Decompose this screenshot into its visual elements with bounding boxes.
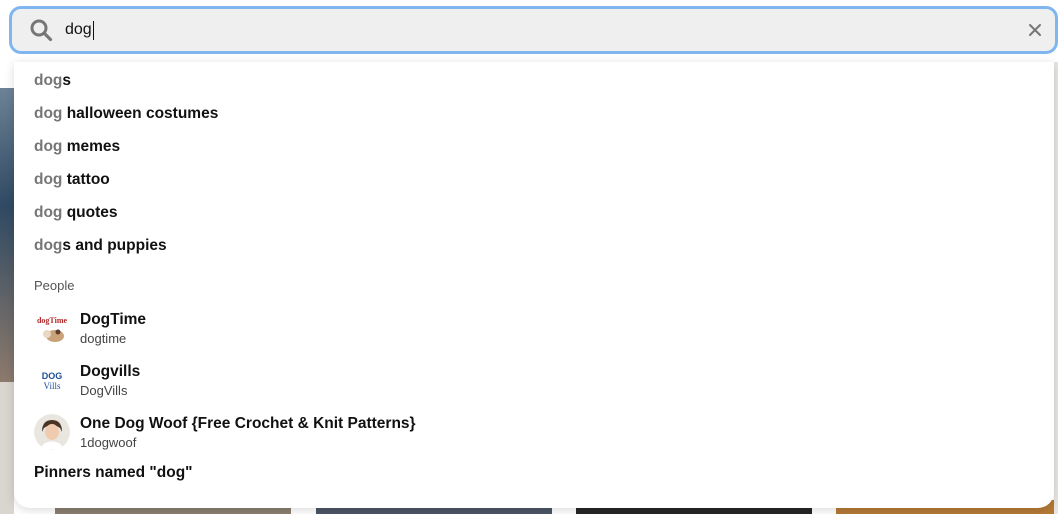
suggestion-rest: tattoo: [62, 171, 110, 188]
background-pin-image: [0, 88, 14, 382]
person-username: DogVills: [80, 382, 128, 398]
suggestion-rest: memes: [62, 138, 121, 155]
suggestion-rest: quotes: [62, 204, 118, 221]
avatar: dogTime: [34, 310, 70, 346]
text-caret: [92, 20, 94, 40]
suggestion-item[interactable]: dog memes: [34, 134, 120, 160]
dogvills-logo-text-1: DOG: [42, 371, 63, 381]
suggestion-match: dog: [34, 105, 63, 122]
person-text: DogTime dogtime: [80, 310, 146, 347]
person-text: One Dog Woof {Free Crochet & Knit Patter…: [80, 414, 416, 451]
person-name: Dogvills: [80, 362, 141, 380]
close-icon[interactable]: [1021, 16, 1049, 44]
dogtime-logo-text: dogTime: [37, 316, 68, 325]
search-icon: [29, 18, 53, 42]
suggestion-item[interactable]: dog halloween costumes: [34, 101, 218, 127]
suggestion-item[interactable]: dog s and puppies: [34, 233, 167, 259]
suggestion-rest: halloween costumes: [62, 105, 219, 122]
search-bar-focus-ring: dog: [9, 6, 1058, 54]
avatar: [34, 414, 70, 450]
dogtime-logo: dogTime: [34, 310, 70, 346]
person-name: One Dog Woof {Free Crochet & Knit Patter…: [80, 414, 416, 432]
people-section-label: People: [34, 278, 75, 293]
person-name: DogTime: [80, 310, 147, 328]
dogvills-logo-text-2: Vills: [44, 381, 61, 391]
pinners-named-link[interactable]: Pinners named "dog": [34, 464, 193, 482]
search-input-value: dog: [65, 21, 92, 38]
suggestion-rest: s and puppies: [62, 237, 167, 254]
background-pin-image: [0, 382, 14, 514]
dogvills-logo: DOG Vills: [34, 362, 70, 398]
suggestion-match: dog: [34, 138, 63, 155]
person-username: dogtime: [80, 330, 127, 346]
suggestion-match: dog: [34, 204, 63, 221]
person-text: Dogvills DogVills: [80, 362, 140, 399]
search-input[interactable]: dog: [65, 20, 1021, 40]
person-result-dogvills[interactable]: DOG Vills Dogvills DogVills: [34, 359, 140, 401]
profile-photo: [34, 414, 70, 450]
suggestion-match: dog: [34, 237, 63, 254]
suggestion-match: dog: [34, 72, 63, 89]
suggestion-item[interactable]: dog tattoo: [34, 167, 110, 193]
suggestion-item[interactable]: dog quotes: [34, 200, 118, 226]
person-result-1dogwoof[interactable]: One Dog Woof {Free Crochet & Knit Patter…: [34, 411, 416, 453]
suggestion-match: dog: [34, 171, 63, 188]
search-suggestions-dropdown: dog s dog halloween costumes dog memes do…: [14, 62, 1054, 508]
person-result-dogtime[interactable]: dogTime DogTime dogtime: [34, 307, 146, 349]
suggestion-item[interactable]: dog s: [34, 68, 71, 94]
search-bar[interactable]: dog: [12, 9, 1055, 51]
avatar: DOG Vills: [34, 362, 70, 398]
person-username: 1dogwoof: [80, 434, 137, 450]
suggestion-rest: s: [62, 72, 72, 89]
background-pin-image: [1054, 62, 1058, 514]
